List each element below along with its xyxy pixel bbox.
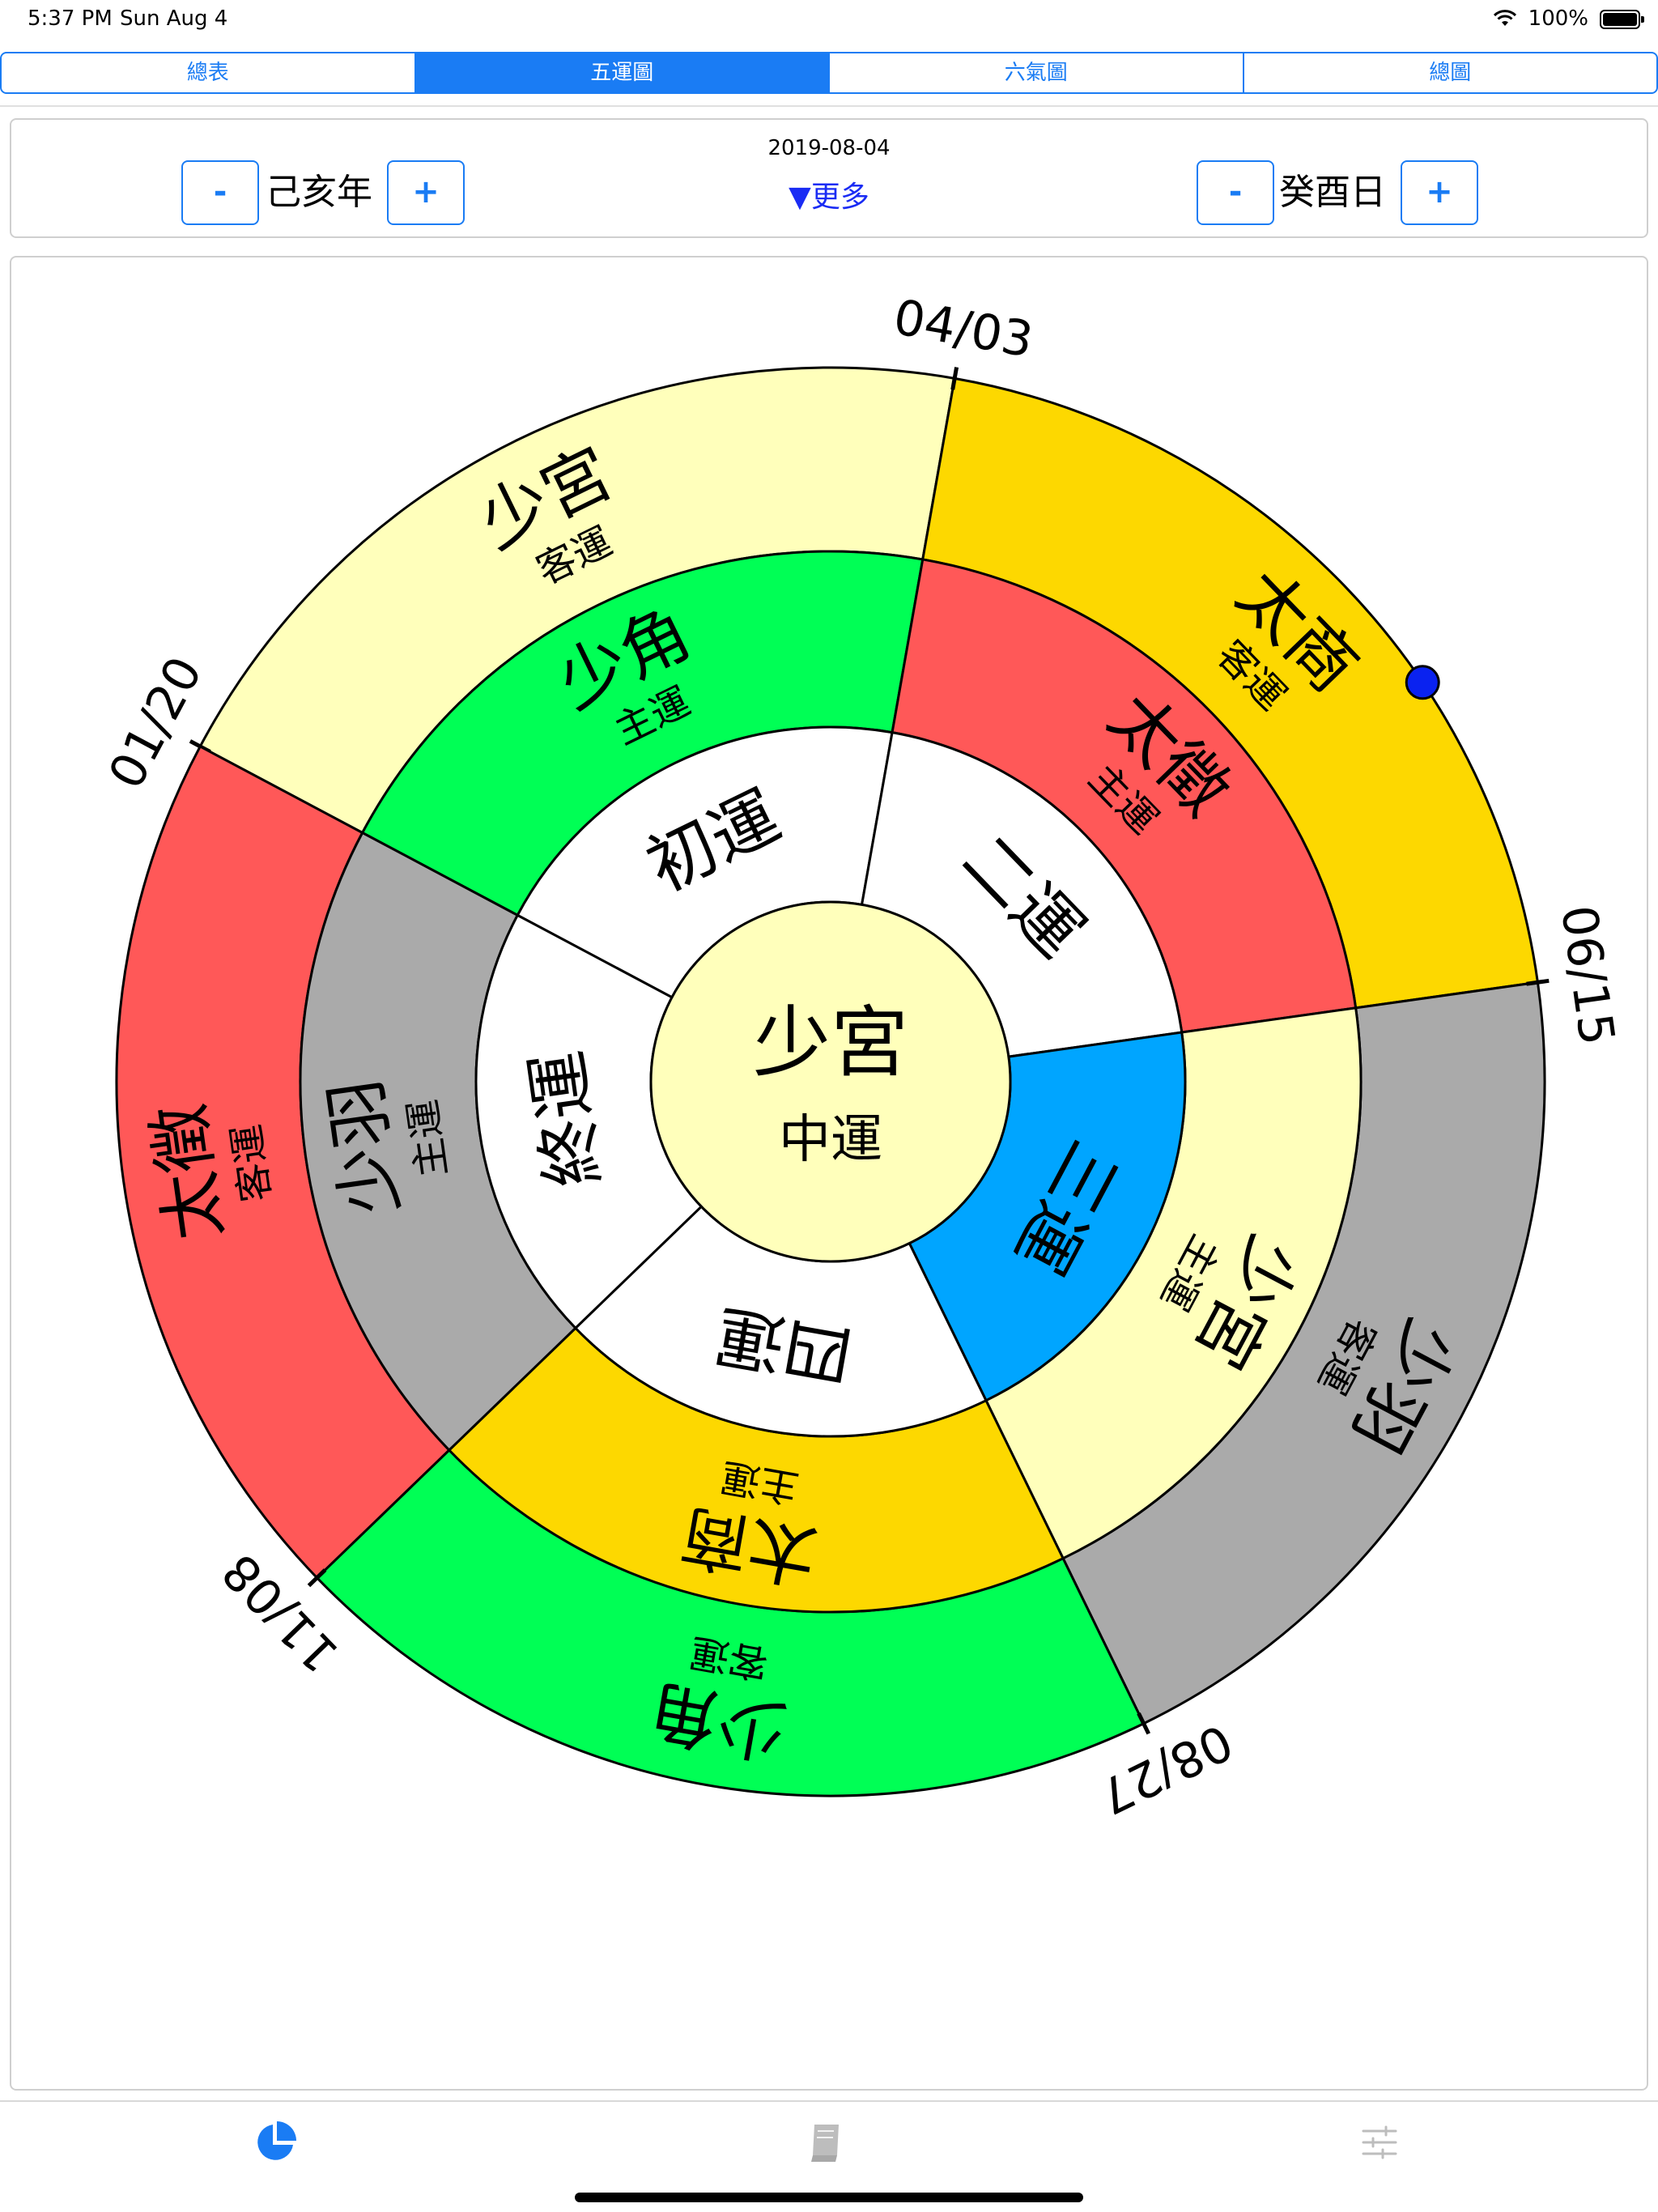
tab-five-movements[interactable]: 五運圖 (415, 53, 830, 92)
status-bar: 5:37 PM Sun Aug 4 100% (0, 0, 1658, 40)
day-plus-button[interactable]: + (1401, 160, 1478, 225)
wifi-icon (1493, 10, 1517, 26)
tabbar-divider (0, 2100, 1658, 2102)
date-control-panel: 2019-08-04 ▼更多 - 己亥年 + - 癸酉日 + (10, 118, 1648, 238)
tab-six-qi[interactable]: 六氣圖 (830, 53, 1244, 92)
pie-chart-icon[interactable] (251, 2118, 300, 2167)
battery-percentage: 100% (1528, 6, 1588, 31)
book-icon[interactable] (801, 2118, 850, 2167)
home-indicator (575, 2193, 1083, 2202)
sliders-icon[interactable] (1355, 2118, 1404, 2167)
center-subtitle: 中運 (779, 1110, 882, 1170)
five-movements-wheel: 少宮客運少角主運初運01/20太商客運太徵主運二運04/03少羽客運少宮主運三運… (98, 289, 1626, 1825)
date-label: 06/15 (1550, 902, 1625, 1049)
view-segmented-control: 總表 五運圖 六氣圖 總圖 (0, 52, 1658, 94)
divider (0, 105, 1658, 107)
current-date-marker (1405, 665, 1440, 700)
year-label: 己亥年 (266, 172, 372, 213)
status-date: Sun Aug 4 (120, 6, 228, 31)
year-minus-button[interactable]: - (181, 160, 259, 225)
five-movements-chart-panel: 少宮 客運 少角 主運 初運 01/20 太商 客運 太徵 主運 二運 04/03 少羽 客運 少宮 主運 三運… (10, 256, 1648, 2091)
date-label: 04/03 (890, 289, 1037, 369)
current-date: 2019-08-04 (767, 136, 891, 160)
day-label: 癸酉日 (1279, 172, 1386, 213)
year-plus-button[interactable]: + (387, 160, 465, 225)
tab-overall-chart[interactable]: 總圖 (1244, 53, 1657, 92)
tab-summary-table[interactable]: 總表 (2, 53, 416, 92)
battery-icon (1600, 10, 1644, 29)
status-time: 5:37 PM (28, 6, 113, 31)
day-minus-button[interactable]: - (1197, 160, 1274, 225)
center-title: 少宮 (753, 998, 908, 1088)
